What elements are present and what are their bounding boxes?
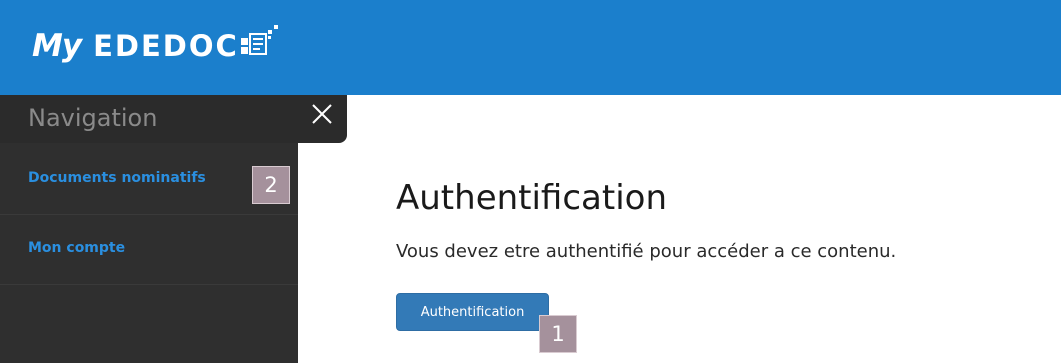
sidebar-item-mon-compte[interactable]: Mon compte bbox=[0, 215, 298, 285]
navigation-header: Navigation bbox=[0, 95, 347, 143]
annotation-marker-2: 2 bbox=[252, 166, 290, 204]
logo-name: EDEDOC bbox=[93, 29, 239, 63]
authentification-button[interactable]: Authentification bbox=[396, 293, 549, 331]
close-icon[interactable] bbox=[309, 101, 335, 127]
logo-prefix: My bbox=[32, 28, 82, 64]
annotation-marker-1: 1 bbox=[539, 315, 577, 353]
sidebar-item-label: Documents nominatifs bbox=[28, 170, 206, 186]
navigation-title: Navigation bbox=[28, 104, 158, 132]
sidebar-item-label: Mon compte bbox=[28, 240, 126, 256]
auth-required-message: Vous devez etre authentifié pour accéder… bbox=[396, 241, 897, 262]
page-title: Authentification bbox=[396, 178, 668, 218]
document-logo-icon bbox=[240, 25, 278, 55]
app-header: My EDEDOC bbox=[0, 0, 1061, 95]
logo[interactable]: My EDEDOC bbox=[32, 24, 281, 68]
